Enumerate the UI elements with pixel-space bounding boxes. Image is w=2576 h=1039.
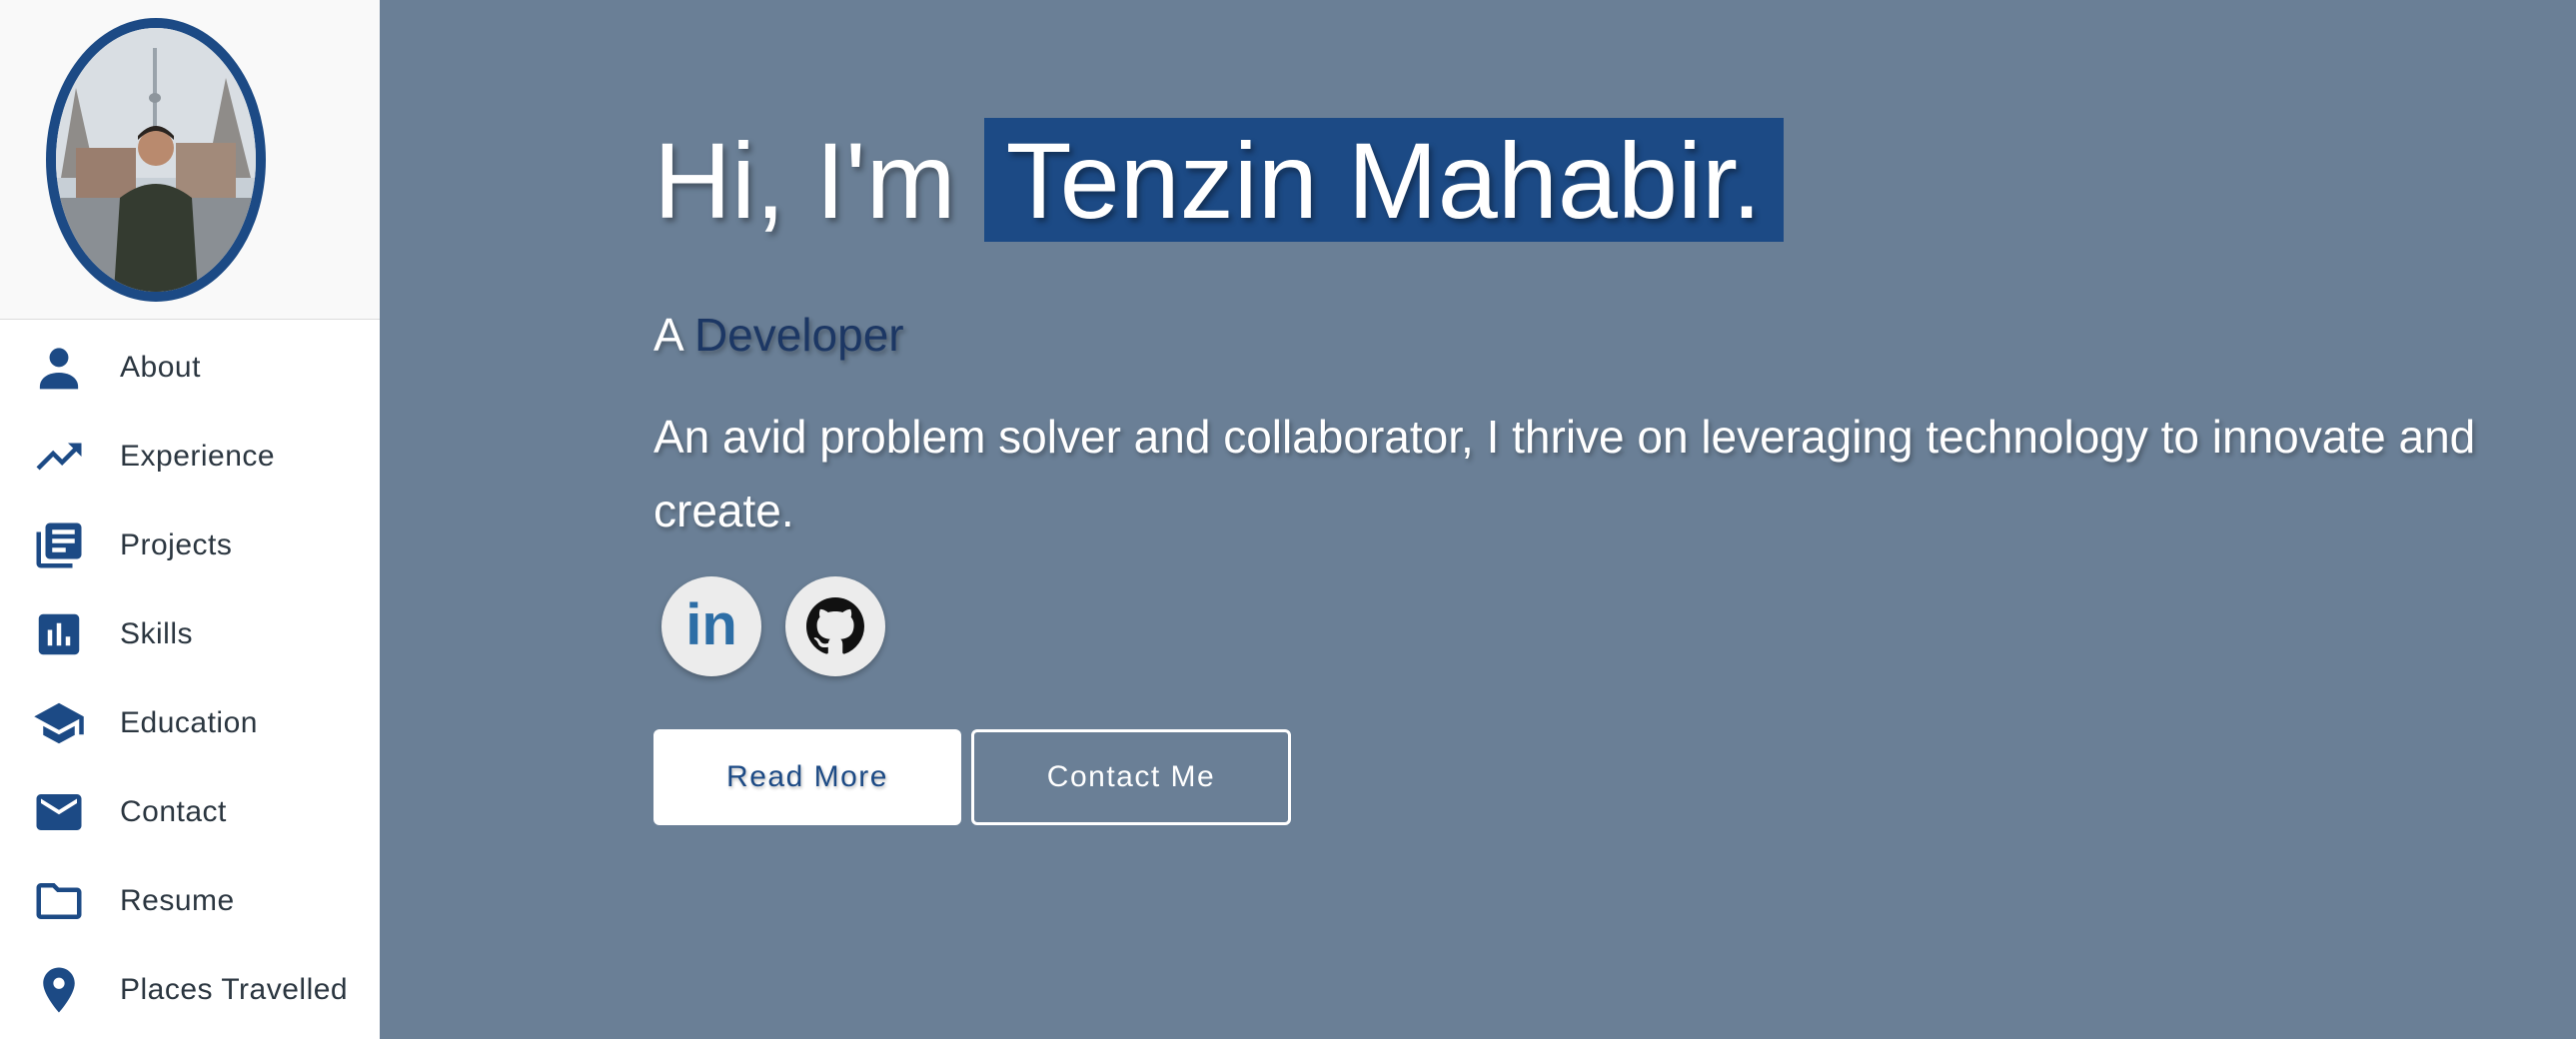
sidebar-item-resume[interactable]: Resume (0, 856, 380, 945)
sidebar-item-label: Skills (120, 616, 194, 650)
sidebar-item-places-travelled[interactable]: Places Travelled (0, 945, 380, 1034)
sidebar-item-label: Resume (120, 883, 235, 917)
github-button[interactable] (785, 576, 885, 676)
hero-greeting: Hi, I'm (653, 119, 956, 241)
person-icon (32, 341, 86, 395)
github-icon (806, 597, 864, 654)
mail-icon (32, 785, 86, 839)
hero-section: Hi, I'm Tenzin Mahabir. A Developer An a… (380, 0, 2576, 1039)
hero-name: Tenzin Mahabir. (983, 118, 1785, 242)
sidebar-item-projects[interactable]: Projects (0, 501, 380, 589)
sidebar-item-label: Places Travelled (120, 972, 349, 1006)
role-line: A Developer (653, 308, 904, 362)
sidebar-item-contact[interactable]: Contact (0, 767, 380, 856)
sidebar-item-label: Projects (120, 527, 233, 561)
role-prefix: A (653, 309, 682, 361)
read-more-button[interactable]: Read More (653, 729, 961, 825)
social-links: in (661, 576, 885, 676)
location-pin-icon (32, 963, 86, 1017)
linkedin-icon: in (685, 594, 737, 657)
folder-icon (32, 874, 86, 928)
sidebar-item-label: Experience (120, 439, 276, 473)
sidebar-item-experience[interactable]: Experience (0, 412, 380, 501)
sidebar-item-label: About (120, 350, 201, 384)
sidebar-item-skills[interactable]: Skills (0, 589, 380, 678)
sidebar-item-education[interactable]: Education (0, 678, 380, 767)
bar-chart-icon (32, 607, 86, 661)
trending-up-icon (32, 430, 86, 484)
tagline: An avid problem solver and collaborator,… (653, 411, 2476, 536)
sidebar-item-label: Education (120, 705, 258, 739)
svg-text:in: in (685, 594, 737, 657)
avatar (46, 18, 266, 302)
sidebar-item-label: Contact (120, 794, 227, 828)
sidebar: About Experience Projects Skills Educati… (0, 0, 380, 1039)
hero-title: Hi, I'm Tenzin Mahabir. (653, 118, 1785, 242)
library-books-icon (32, 519, 86, 572)
hero-actions: Read More Contact Me (653, 729, 1291, 825)
sidebar-nav: About Experience Projects Skills Educati… (0, 323, 380, 1034)
contact-me-button[interactable]: Contact Me (971, 729, 1291, 825)
sidebar-item-about[interactable]: About (0, 323, 380, 412)
profile-header (0, 0, 380, 320)
graduation-cap-icon (32, 696, 86, 750)
profile-photo (56, 28, 256, 292)
role-text: Developer (693, 309, 904, 361)
linkedin-button[interactable]: in (661, 576, 761, 676)
